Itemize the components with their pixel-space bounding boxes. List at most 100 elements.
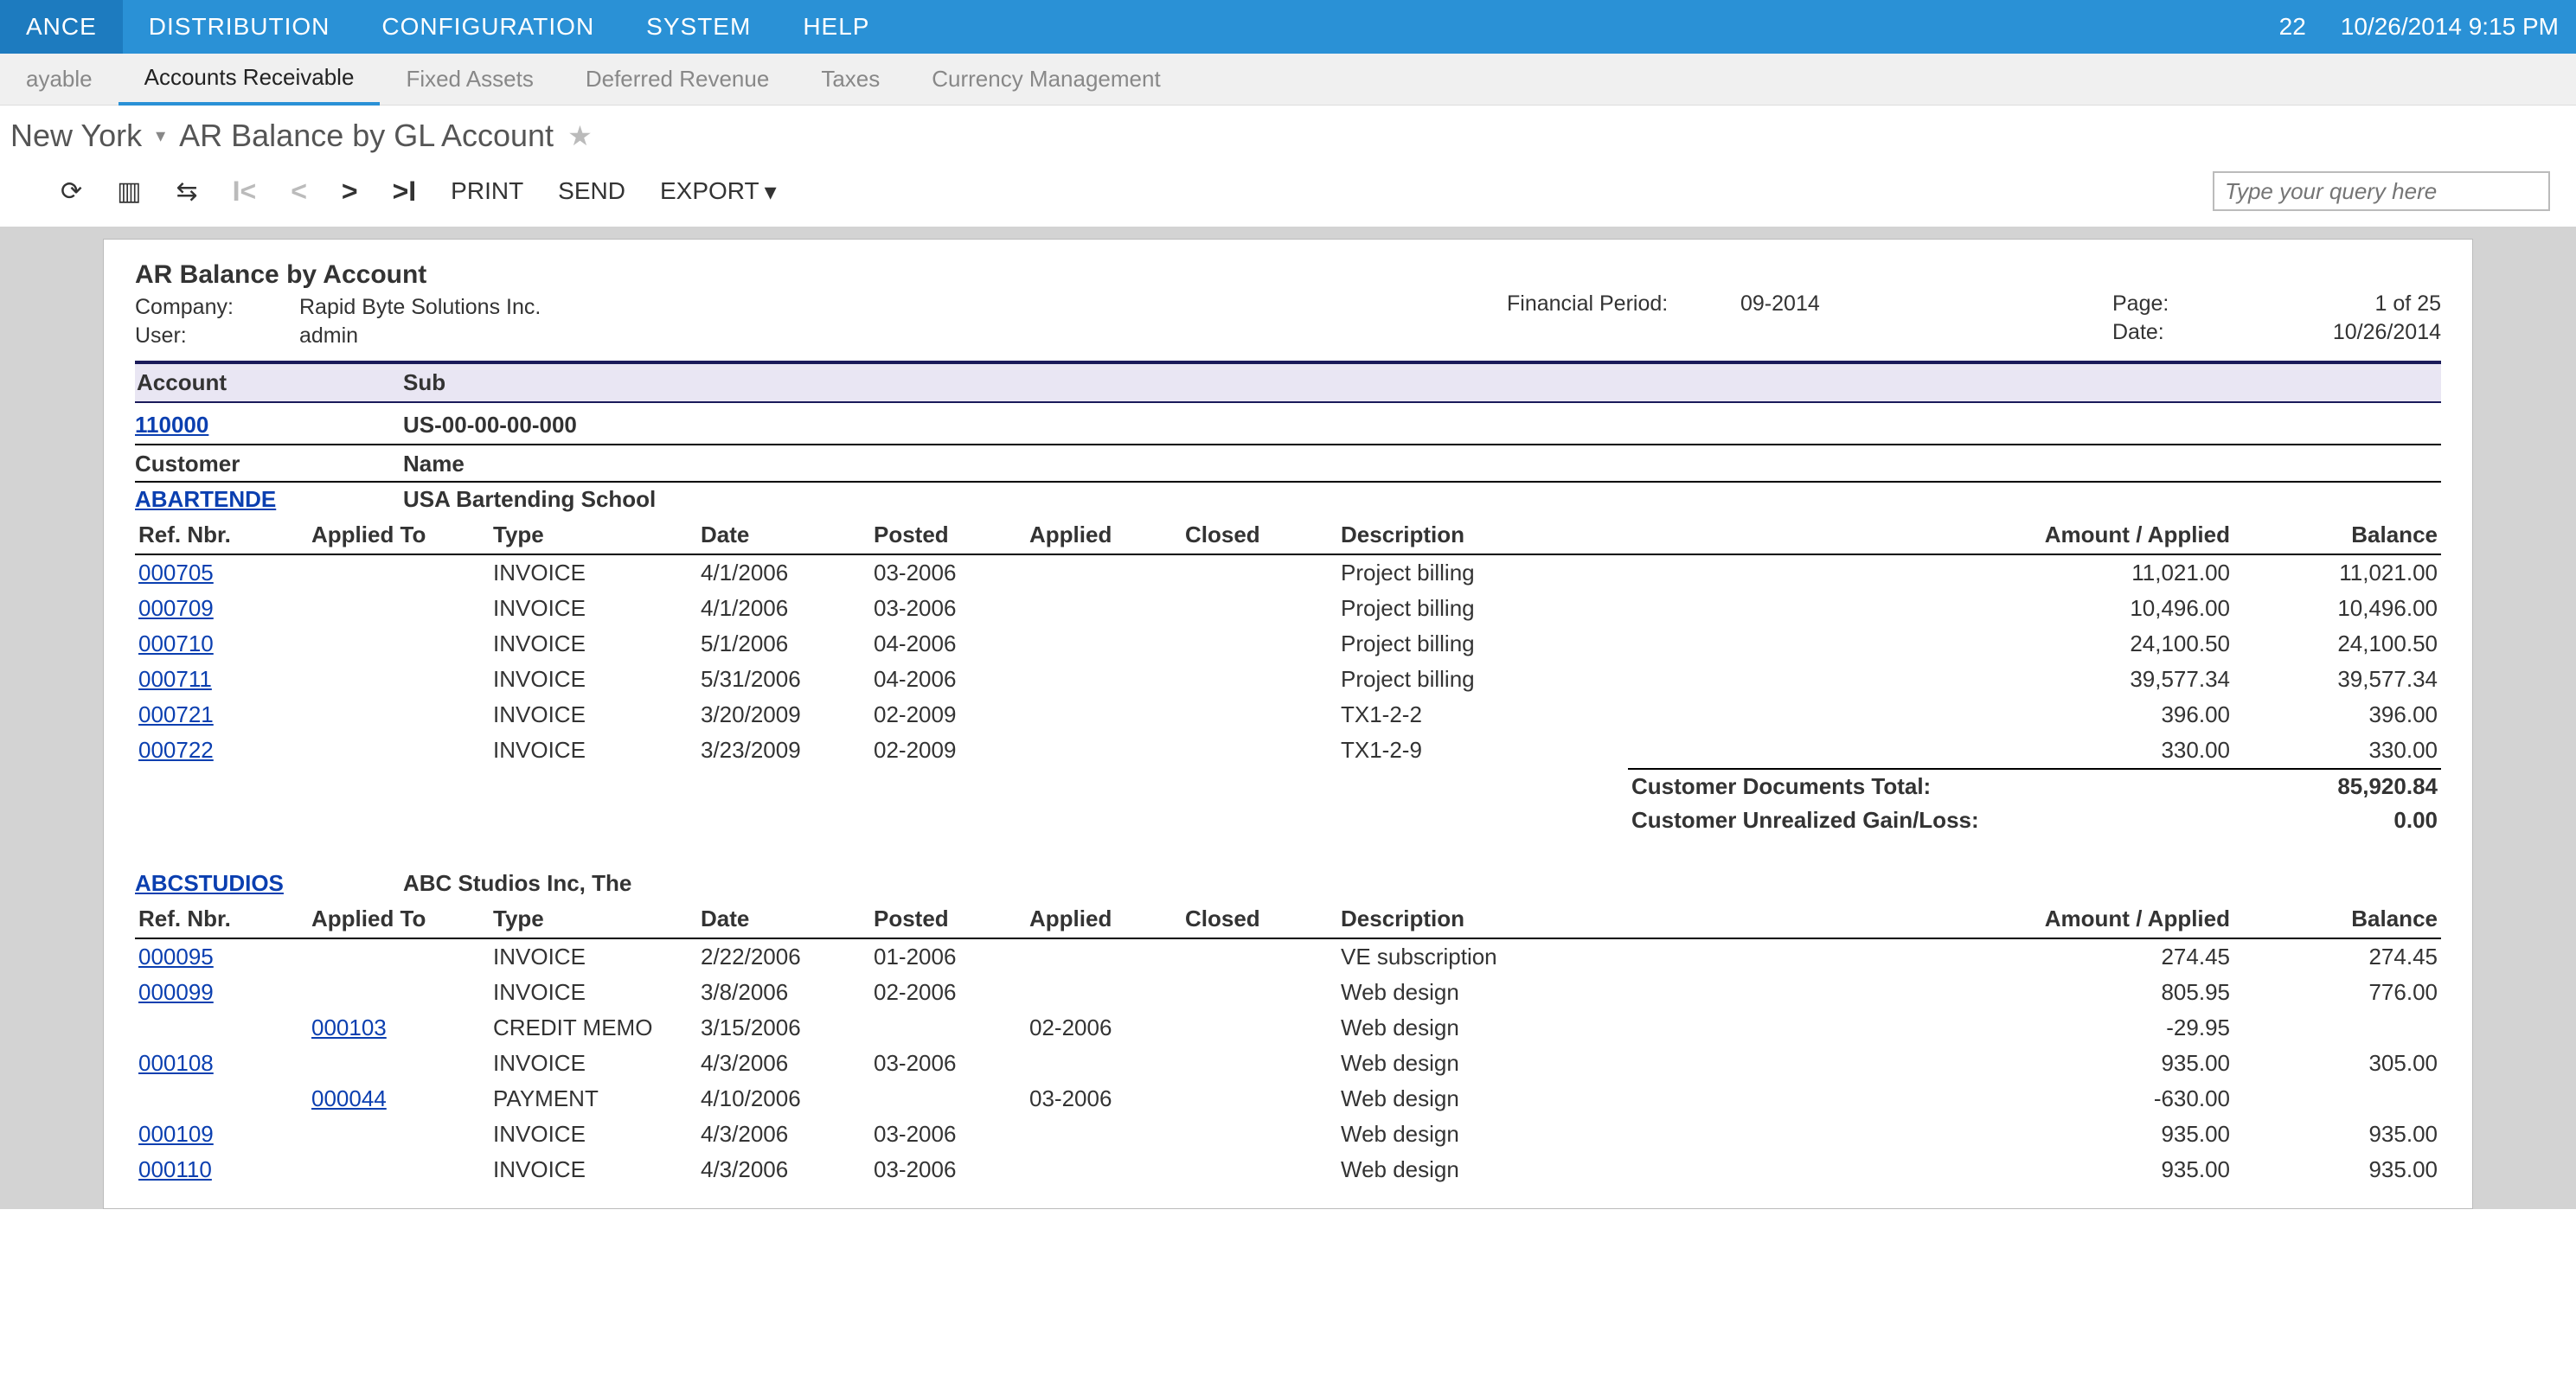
sub-item-deferred-revenue[interactable]: Deferred Revenue xyxy=(560,54,795,106)
notification-badge[interactable]: 22 xyxy=(2279,13,2306,41)
col-date: Date xyxy=(697,516,870,554)
customer-totals: Customer Documents Total:85,920.84Custom… xyxy=(135,768,2441,837)
table-row: 000095INVOICE2/22/200601-2006VE subscrip… xyxy=(135,938,2441,975)
col-bal: Balance xyxy=(2233,900,2441,938)
page-label: Page: xyxy=(2112,291,2169,317)
sub-item-receivable[interactable]: Accounts Receivable xyxy=(119,54,381,106)
account-col-label: Account xyxy=(135,369,403,396)
send-button[interactable]: SEND xyxy=(558,177,625,205)
first-page-icon[interactable]: I< xyxy=(233,176,257,208)
applied-to-link[interactable]: 000103 xyxy=(311,1015,387,1040)
screen-title-bar: New York ▾ AR Balance by GL Account ★ xyxy=(0,106,2576,163)
table-row: 000108INVOICE4/3/200603-2006Web design93… xyxy=(135,1046,2441,1081)
table-row: 000710INVOICE5/1/200604-2006Project bill… xyxy=(135,626,2441,662)
top-menu-bar: ANCE DISTRIBUTION CONFIGURATION SYSTEM H… xyxy=(0,0,2576,54)
menu-item-system[interactable]: SYSTEM xyxy=(620,0,777,54)
sub-item-taxes[interactable]: Taxes xyxy=(795,54,906,106)
sub-item-payable[interactable]: ayable xyxy=(0,54,119,106)
table-row: 000044PAYMENT4/10/200603-2006Web design-… xyxy=(135,1081,2441,1117)
ref-link[interactable]: 000721 xyxy=(138,701,214,727)
col-applied: Applied xyxy=(1026,900,1182,938)
customer-col-label: Customer xyxy=(135,451,403,477)
print-button[interactable]: PRINT xyxy=(451,177,523,205)
col-ref: Ref. Nbr. xyxy=(135,516,308,554)
ref-link[interactable]: 000709 xyxy=(138,595,214,621)
col-posted: Posted xyxy=(870,900,1026,938)
query-input[interactable] xyxy=(2213,171,2550,211)
customer-header-row: Customer Name xyxy=(135,445,2441,483)
company-value: Rapid Byte Solutions Inc. xyxy=(299,295,541,320)
account-band-header: Account Sub xyxy=(135,364,2441,403)
groups-icon[interactable]: ⇆ xyxy=(176,176,198,207)
ref-link[interactable]: 000705 xyxy=(138,560,214,586)
col-ref: Ref. Nbr. xyxy=(135,900,308,938)
ref-link[interactable]: 000710 xyxy=(138,630,214,656)
col-amt: Amount / Applied xyxy=(1965,516,2233,554)
last-page-icon[interactable]: >I xyxy=(393,176,417,208)
sub-value: US-00-00-00-000 xyxy=(403,412,2441,438)
ref-link[interactable]: 000095 xyxy=(138,944,214,970)
sub-menu-bar: ayable Accounts Receivable Fixed Assets … xyxy=(0,54,2576,106)
next-page-icon[interactable]: > xyxy=(342,176,358,208)
finperiod-label: Financial Period: xyxy=(1507,291,1732,317)
col-appto: Applied To xyxy=(308,900,490,938)
applied-to-link[interactable]: 000044 xyxy=(311,1085,387,1111)
totals-docs-value: 85,920.84 xyxy=(2337,773,2438,800)
ref-link[interactable]: 000099 xyxy=(138,979,214,1005)
export-button[interactable]: EXPORT ▾ xyxy=(660,177,777,206)
table-row: 000099INVOICE3/8/200602-2006Web design80… xyxy=(135,975,2441,1010)
report-header: AR Balance by Account Company: Rapid Byte… xyxy=(135,260,2441,352)
report-page: AR Balance by Account Company: Rapid Byte… xyxy=(103,239,2473,1209)
col-appto: Applied To xyxy=(308,516,490,554)
table-row: 000109INVOICE4/3/200603-2006Web design93… xyxy=(135,1117,2441,1152)
system-datetime: 10/26/2014 9:15 PM xyxy=(2341,13,2559,41)
menu-item-configuration[interactable]: CONFIGURATION xyxy=(356,0,620,54)
table-row: 000711INVOICE5/31/200604-2006Project bil… xyxy=(135,662,2441,697)
col-desc: Description xyxy=(1337,900,1965,938)
page-value: 1 of 25 xyxy=(2375,291,2441,317)
report-title: AR Balance by Account xyxy=(135,260,1507,290)
company-label: Company: xyxy=(135,295,291,320)
ref-link[interactable]: 000722 xyxy=(138,737,214,763)
ref-link[interactable]: 000108 xyxy=(138,1050,214,1076)
prev-page-icon[interactable]: < xyxy=(291,176,307,208)
detail-table: Ref. Nbr.Applied ToTypeDatePostedApplied… xyxy=(135,516,2441,768)
col-type: Type xyxy=(490,900,697,938)
totals-url-label: Customer Unrealized Gain/Loss: xyxy=(1631,807,1979,834)
col-closed: Closed xyxy=(1182,900,1337,938)
customer-name: USA Bartending School xyxy=(403,486,2441,513)
report-viewport: AR Balance by Account Company: Rapid Byte… xyxy=(0,227,2576,1209)
table-row: 000705INVOICE4/1/200603-2006Project bill… xyxy=(135,554,2441,591)
params-icon[interactable]: ▥ xyxy=(117,176,141,207)
customer-link[interactable]: ABARTENDE xyxy=(135,486,276,512)
col-desc: Description xyxy=(1337,516,1965,554)
refresh-icon[interactable]: ⟳ xyxy=(61,176,82,207)
sub-item-fixed-assets[interactable]: Fixed Assets xyxy=(380,54,559,106)
chevron-down-icon[interactable]: ▾ xyxy=(156,125,165,147)
menu-item-distribution[interactable]: DISTRIBUTION xyxy=(123,0,356,54)
ref-link[interactable]: 000711 xyxy=(138,666,212,692)
ref-link[interactable]: 000110 xyxy=(138,1156,212,1182)
table-row: 000110INVOICE4/3/200603-2006Web design93… xyxy=(135,1152,2441,1187)
account-row: 110000 US-00-00-00-000 xyxy=(135,406,2441,445)
sub-item-currency[interactable]: Currency Management xyxy=(906,54,1186,106)
export-label: EXPORT xyxy=(660,177,759,205)
name-col-label: Name xyxy=(403,451,2441,477)
menu-item-help[interactable]: HELP xyxy=(777,0,895,54)
col-closed: Closed xyxy=(1182,516,1337,554)
col-applied: Applied xyxy=(1026,516,1182,554)
customer-row: ABCSTUDIOSABC Studios Inc, The xyxy=(135,867,2441,900)
customer-link[interactable]: ABCSTUDIOS xyxy=(135,870,284,896)
account-link[interactable]: 110000 xyxy=(135,412,208,438)
col-bal: Balance xyxy=(2233,516,2441,554)
table-row: 000721INVOICE3/20/200902-2009TX1-2-2396.… xyxy=(135,697,2441,733)
favorite-star-icon[interactable]: ★ xyxy=(567,119,593,152)
detail-table: Ref. Nbr.Applied ToTypeDatePostedApplied… xyxy=(135,900,2441,1187)
caret-down-icon: ▾ xyxy=(765,177,777,206)
table-row: 000709INVOICE4/1/200603-2006Project bill… xyxy=(135,591,2441,626)
breadcrumb-company[interactable]: New York xyxy=(10,118,142,154)
ref-link[interactable]: 000109 xyxy=(138,1121,214,1147)
menu-item-finance[interactable]: ANCE xyxy=(0,0,123,54)
table-row: 000722INVOICE3/23/200902-2009TX1-2-9330.… xyxy=(135,733,2441,768)
screen-title: AR Balance by GL Account xyxy=(179,118,554,154)
